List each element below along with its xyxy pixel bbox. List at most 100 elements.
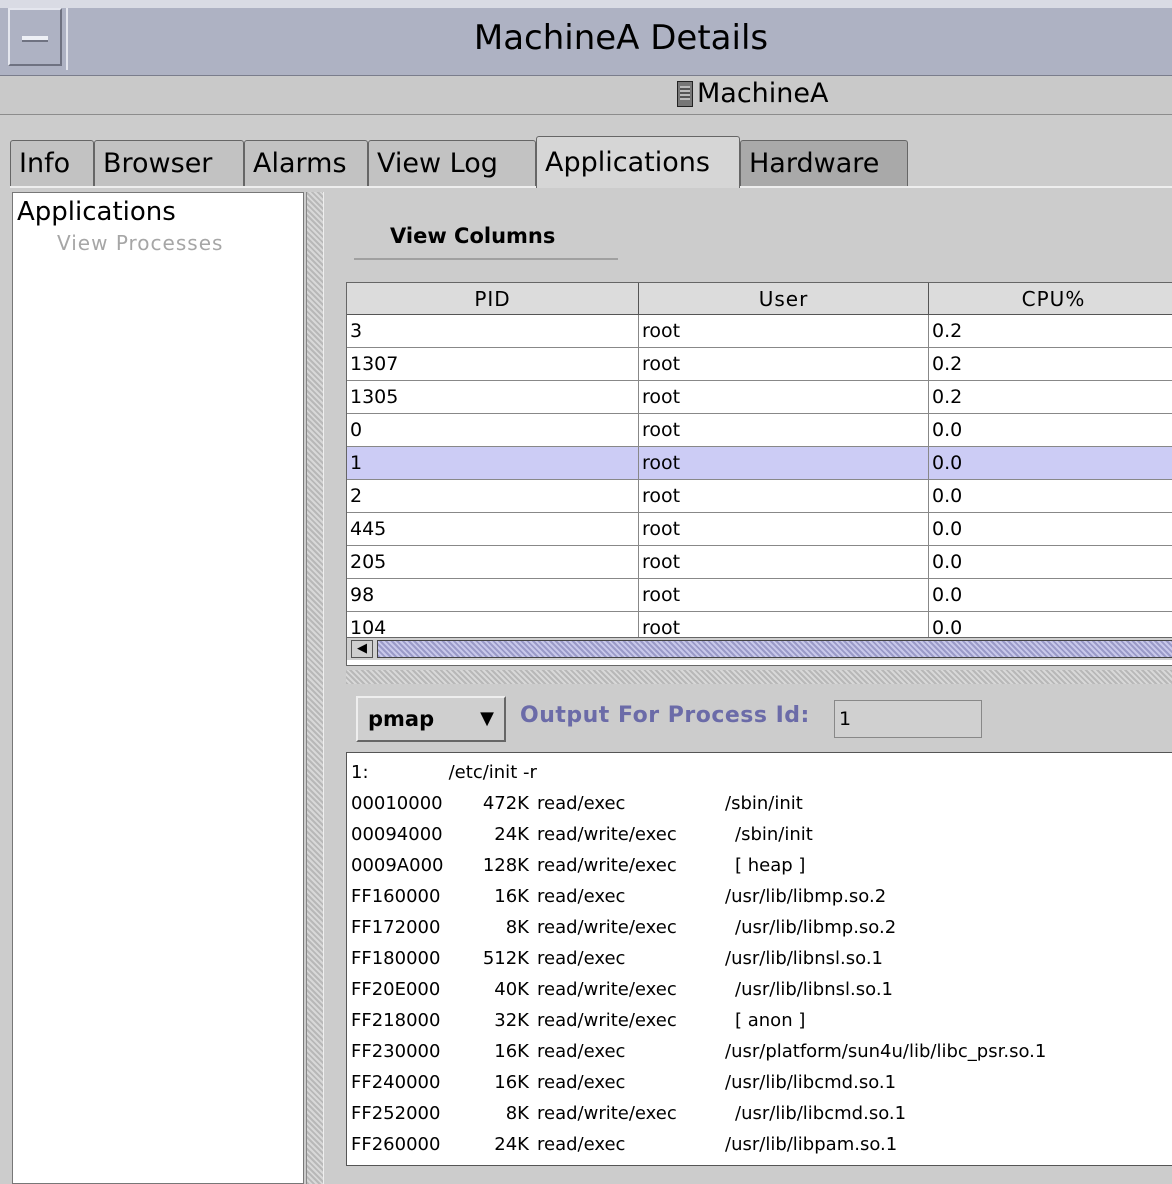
output-line: FF252000 8K read/write/exec/usr/lib/libcmd… [351,1098,1171,1129]
cell-cpu: 0.0 [929,414,1172,447]
output-mapping: /usr/lib/libmp.so.2 [735,917,897,938]
table-row[interactable]: 1307 root 0.2 [347,348,1172,381]
output-text-area[interactable]: 1: /etc/init -r 00010000 472K read/exec/sb… [346,752,1172,1166]
output-line: FF260000 24K read/exec/usr/lib/libpam.so.1 [351,1129,1171,1160]
navigation-tree: Applications View Processes [12,192,304,1184]
cell-user: root [639,612,929,637]
output-mapping: /sbin/init [725,793,803,814]
vertical-splitter[interactable] [306,192,324,1184]
output-size: 32K [494,1010,529,1031]
output-size: 24K [494,824,529,845]
output-line: FF230000 16K read/exec/usr/platform/sun4u/… [351,1036,1171,1067]
window-titlebar: MachineA Details [0,0,1172,76]
cell-pid: 1305 [347,381,639,414]
scroll-left-arrow-icon[interactable]: ◀ [351,640,373,658]
table-horizontal-scrollbar[interactable]: ◀ [347,637,1172,660]
cell-user: root [639,381,929,414]
table-row[interactable]: 1 root 0.0 [347,447,1172,480]
output-line: FF160000 16K read/exec/usr/lib/libmp.so.2 [351,881,1171,912]
output-permissions: read/write/exec [537,855,677,876]
cell-pid: 1 [347,447,639,480]
table-row[interactable]: 2 root 0.0 [347,480,1172,513]
titlebar-top-edge [0,0,1172,8]
output-mapping: /usr/platform/sun4u/lib/libc_psr.so.1 [725,1041,1047,1062]
cell-cpu: 0.2 [929,315,1172,348]
output-label: Output For Process Id: [520,703,810,728]
tab-view-log[interactable]: View Log [368,140,536,186]
cell-pid: 3 [347,315,639,348]
output-permissions: read/exec [537,948,626,969]
output-size: 8K [505,1103,529,1124]
output-size: 16K [494,1041,529,1062]
chevron-down-icon: ▼ [480,708,494,729]
table-header: PID User CPU% [347,283,1172,315]
output-mapping: [ heap ] [735,855,806,876]
column-header-pid[interactable]: PID [347,283,639,315]
table-row[interactable]: 205 root 0.0 [347,546,1172,579]
column-header-user[interactable]: User [639,283,929,315]
cell-user: root [639,513,929,546]
tree-item-view-processes[interactable]: View Processes [57,231,223,255]
output-address: FF20E000 [351,979,441,1000]
output-line: FF172000 8K read/write/exec/usr/lib/libmp.… [351,912,1171,943]
output-line: 00010000 472K read/exec/sbin/init [351,788,1171,819]
output-size: 24K [494,1134,529,1155]
horizontal-splitter[interactable] [346,670,1172,684]
table-row[interactable]: 3 root 0.2 [347,315,1172,348]
tab-applications[interactable]: Applications [536,136,740,188]
output-address: FF240000 [351,1072,441,1093]
view-columns-button[interactable]: View Columns [354,220,618,260]
cell-cpu: 0.2 [929,348,1172,381]
output-permissions: read/exec [537,886,626,907]
cell-pid: 0 [347,414,639,447]
cell-pid: 1307 [347,348,639,381]
cell-cpu: 0.2 [929,381,1172,414]
cell-cpu: 0.0 [929,513,1172,546]
output-permissions: read/exec [537,793,626,814]
cell-user: root [639,579,929,612]
output-line: FF20E000 40K read/write/exec/usr/lib/libns… [351,974,1171,1005]
table-body: 3 root 0.2 1307 root 0.2 1305 root 0.2 0 root 0.0 1 r… [347,315,1172,637]
table-row[interactable]: 0 root 0.0 [347,414,1172,447]
machine-bar: MachineA [0,76,1172,115]
output-size: 512K [482,948,529,969]
cell-user: root [639,315,929,348]
output-address: FF160000 [351,886,441,907]
tab-alarms[interactable]: Alarms [244,140,368,186]
cell-cpu: 0.0 [929,579,1172,612]
output-permissions: read/exec [537,1041,626,1062]
cell-pid: 205 [347,546,639,579]
cell-user: root [639,480,929,513]
output-line: FF180000 512K read/exec/usr/lib/libnsl.so.… [351,943,1171,974]
table-row[interactable]: 98 root 0.0 [347,579,1172,612]
output-size: 128K [482,855,529,876]
output-size: 472K [482,793,529,814]
window-menu-button[interactable] [8,8,62,66]
output-permissions: read/write/exec [537,917,677,938]
output-mapping: /usr/lib/libcmd.so.1 [725,1072,897,1093]
process-table: PID User CPU% 3 root 0.2 1307 root 0.2 1305 roo… [346,282,1172,666]
tab-info[interactable]: Info [10,140,94,186]
window-title: MachineA Details [473,18,769,58]
output-permissions: read/write/exec [537,824,677,845]
tree-item-applications[interactable]: Applications [17,197,176,227]
output-header-line: 1: /etc/init -r [351,762,537,783]
output-address: FF230000 [351,1041,441,1062]
scrollbar-thumb[interactable] [377,640,1172,658]
table-row[interactable]: 1305 root 0.2 [347,381,1172,414]
cell-cpu: 0.0 [929,447,1172,480]
output-mapping: /usr/lib/libpam.so.1 [725,1134,898,1155]
process-id-field[interactable]: 1 [834,700,982,738]
tab-browser[interactable]: Browser [94,140,244,186]
column-header-cpu[interactable]: CPU% [929,283,1172,315]
cell-user: root [639,546,929,579]
command-select[interactable]: pmap ▼ [356,696,506,742]
output-mapping: [ anon ] [735,1010,806,1031]
cell-pid: 104 [347,612,639,637]
cell-pid: 98 [347,579,639,612]
tab-hardware[interactable]: Hardware [740,140,908,186]
table-row[interactable]: 104 root 0.0 [347,612,1172,637]
cell-user: root [639,348,929,381]
table-row[interactable]: 445 root 0.0 [347,513,1172,546]
output-permissions: read/write/exec [537,1010,677,1031]
